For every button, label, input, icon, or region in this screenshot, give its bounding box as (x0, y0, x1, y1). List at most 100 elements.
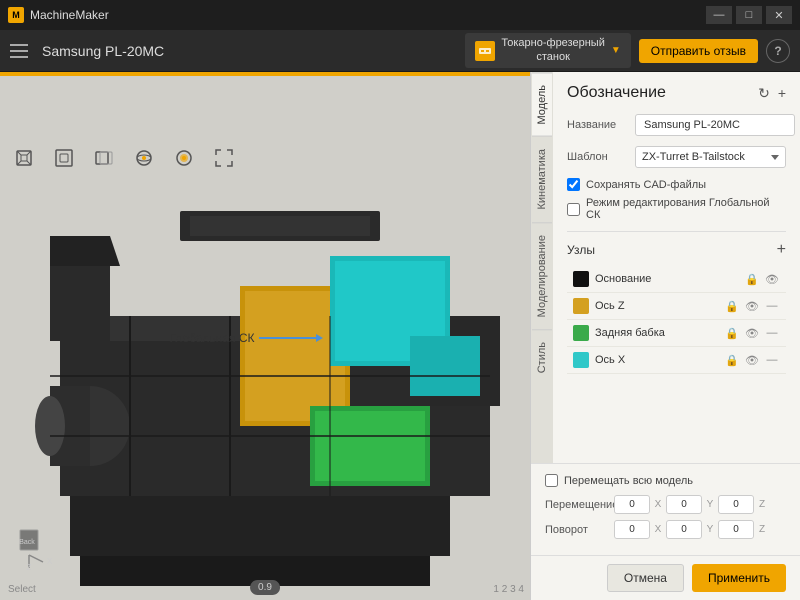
move-x-input[interactable] (614, 495, 650, 514)
axis-indicator: Back Z X (15, 510, 65, 570)
topbar-left: Samsung PL-20MC (10, 39, 164, 63)
node-remove-button-1[interactable]: — (764, 298, 780, 314)
rx-axis-label: X (654, 524, 662, 535)
vertical-tabs: Модель Кинематика Моделирование Стиль (531, 72, 553, 463)
divider (567, 231, 786, 232)
node-eye-button-0[interactable]: 👁 (764, 271, 780, 287)
tab-style[interactable]: Стиль (532, 329, 552, 385)
tab-modeling[interactable]: Моделирование (532, 222, 552, 329)
node-item-1[interactable]: Ось Z 🔒 👁 — (567, 293, 786, 320)
rotate-z-input[interactable] (718, 520, 754, 539)
rotate-row: Поворот X Y Z (545, 520, 786, 539)
version-label: 1 2 3 4 (493, 584, 524, 595)
node-lock-button-0[interactable]: 🔒 (744, 271, 760, 287)
minimize-button[interactable]: — (706, 6, 732, 24)
node-name-0: Основание (595, 273, 738, 285)
move-y-input[interactable] (666, 495, 702, 514)
node-item-0[interactable]: Основание 🔒 👁 (567, 266, 786, 293)
node-lock-button-2[interactable]: 🔒 (724, 325, 740, 341)
topbar: Samsung PL-20MC Токарно-фрезерный станок… (0, 30, 800, 72)
rotate-y-input[interactable] (666, 520, 702, 539)
node-name-1: Ось Z (595, 300, 718, 312)
node-item-3[interactable]: Ось X 🔒 👁 — (567, 347, 786, 374)
node-eye-button-1[interactable]: 👁 (744, 298, 760, 314)
move-all-checkbox[interactable] (545, 474, 558, 487)
close-button[interactable]: ✕ (766, 6, 792, 24)
mode-badge: 0.9 (250, 580, 280, 595)
node-remove-button-2[interactable]: — (764, 325, 780, 341)
action-row: Отмена Применить (531, 555, 800, 600)
template-select[interactable]: ZX-Turret B-Tailstock (635, 146, 786, 168)
machine-type-icon (475, 41, 495, 61)
header-actions: ↻ + (758, 85, 786, 102)
edit-global-sk-checkbox[interactable] (567, 203, 580, 216)
feedback-button[interactable]: Отправить отзыв (639, 39, 758, 63)
save-cad-row: Сохранять CAD-файлы (567, 178, 786, 191)
node-list: Основание 🔒 👁 Ось Z 🔒 👁 — (567, 266, 786, 374)
rz-axis-label: Z (758, 524, 766, 535)
add-node-button[interactable]: + (777, 242, 786, 258)
add-header-button[interactable]: + (778, 85, 786, 102)
titlebar: M MachineMaker — □ ✕ (0, 0, 800, 30)
edit-global-sk-row: Режим редактирования Глобальной СК (567, 197, 786, 221)
move-all-row: Перемещать всю модель (545, 474, 786, 487)
coord-arrow-icon (259, 337, 319, 339)
app-logo: M (8, 7, 24, 23)
node-actions-3: 🔒 👁 — (724, 352, 780, 368)
window-controls: — □ ✕ (706, 6, 792, 24)
save-cad-label: Сохранять CAD-файлы (586, 179, 706, 191)
cancel-button[interactable]: Отмена (607, 564, 684, 592)
node-eye-button-2[interactable]: 👁 (744, 325, 760, 341)
machine-type-text: Токарно-фрезерный станок (501, 37, 604, 63)
panel-container: Модель Кинематика Моделирование Стиль Об… (531, 72, 800, 463)
save-cad-checkbox[interactable] (567, 178, 580, 191)
name-label: Название (567, 119, 627, 131)
nodes-header: Узлы + (567, 242, 786, 258)
app-title: MachineMaker (30, 8, 109, 22)
select-label: Select (8, 584, 36, 595)
svg-text:X: X (47, 557, 53, 566)
node-name-3: Ось X (595, 354, 718, 366)
node-remove-button-3[interactable]: — (764, 352, 780, 368)
z-axis-label: Z (758, 499, 766, 510)
section-title: Обозначение (567, 84, 666, 102)
section-header: Обозначение ↻ + (567, 84, 786, 102)
dropdown-arrow-icon: ▼ (611, 45, 621, 56)
3d-viewport[interactable]: Глобальная СК Back Z X 0.9 Select 1 2 3 … (0, 72, 530, 600)
machine-name-label: Samsung PL-20MC (42, 43, 164, 59)
apply-button[interactable]: Применить (692, 564, 786, 592)
maximize-button[interactable]: □ (736, 6, 762, 24)
node-eye-button-3[interactable]: 👁 (744, 352, 760, 368)
ry-axis-label: Y (706, 524, 714, 535)
panel-content: Обозначение ↻ + Название Шаблон ZX-Turre… (553, 72, 800, 463)
refresh-button[interactable]: ↻ (758, 85, 770, 102)
coordinate-label: Глобальная СК (170, 331, 319, 345)
node-lock-button-1[interactable]: 🔒 (724, 298, 740, 314)
node-actions-0: 🔒 👁 (744, 271, 780, 287)
titlebar-left: M MachineMaker (8, 7, 109, 23)
tab-kinematics[interactable]: Кинематика (532, 136, 552, 222)
main-area: Глобальная СК Back Z X 0.9 Select 1 2 3 … (0, 72, 800, 600)
move-all-label: Перемещать всю модель (564, 475, 693, 487)
node-item-2[interactable]: Задняя бабка 🔒 👁 — (567, 320, 786, 347)
right-panel: Модель Кинематика Моделирование Стиль Об… (530, 72, 800, 600)
name-input[interactable] (635, 114, 795, 136)
node-actions-2: 🔒 👁 — (724, 325, 780, 341)
help-button[interactable]: ? (766, 39, 790, 63)
name-row: Название (567, 114, 786, 136)
svg-text:Z: Z (27, 563, 32, 570)
node-color-3 (573, 352, 589, 368)
rotate-x-input[interactable] (614, 520, 650, 539)
move-row: Перемещение X Y Z (545, 495, 786, 514)
node-name-2: Задняя бабка (595, 327, 718, 339)
tab-model[interactable]: Модель (532, 72, 552, 136)
topbar-right: Токарно-фрезерный станок ▼ Отправить отз… (465, 33, 790, 67)
node-lock-button-3[interactable]: 🔒 (724, 352, 740, 368)
y-axis-label: Y (706, 499, 714, 510)
menu-button[interactable] (10, 39, 34, 63)
x-axis-label: X (654, 499, 662, 510)
move-z-input[interactable] (718, 495, 754, 514)
machine-type-dropdown[interactable]: Токарно-фрезерный станок ▼ (465, 33, 630, 67)
move-label: Перемещение (545, 499, 610, 511)
template-row: Шаблон ZX-Turret B-Tailstock (567, 146, 786, 168)
